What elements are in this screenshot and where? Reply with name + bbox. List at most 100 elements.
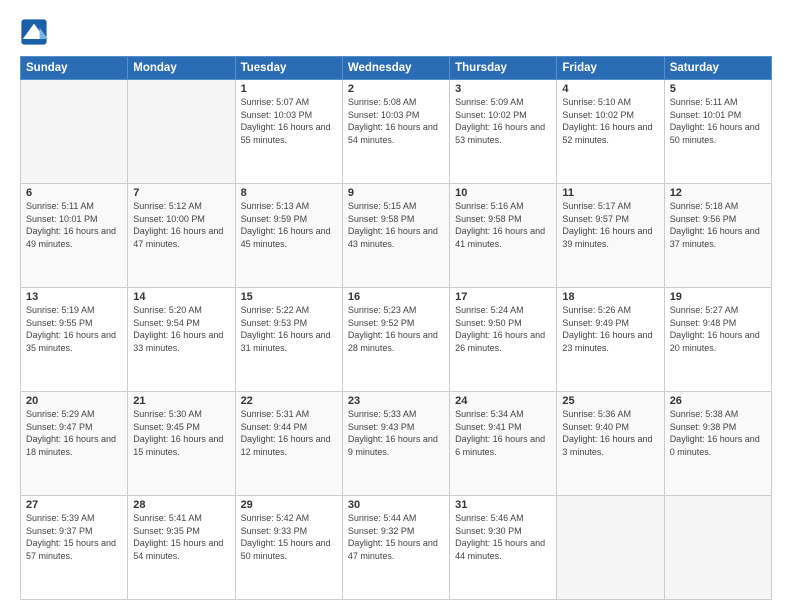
day-info: Sunrise: 5:24 AMSunset: 9:50 PMDaylight:… bbox=[455, 304, 551, 354]
day-number: 16 bbox=[348, 291, 444, 303]
day-number: 30 bbox=[348, 499, 444, 511]
day-info: Sunrise: 5:08 AMSunset: 10:03 PMDaylight… bbox=[348, 96, 444, 146]
day-number: 8 bbox=[241, 187, 337, 199]
calendar-cell bbox=[557, 496, 664, 600]
day-info: Sunrise: 5:39 AMSunset: 9:37 PMDaylight:… bbox=[26, 512, 122, 562]
day-header-tuesday: Tuesday bbox=[235, 57, 342, 80]
day-info: Sunrise: 5:11 AMSunset: 10:01 PMDaylight… bbox=[670, 96, 766, 146]
calendar-cell: 15Sunrise: 5:22 AMSunset: 9:53 PMDayligh… bbox=[235, 288, 342, 392]
day-number: 2 bbox=[348, 83, 444, 95]
calendar-cell: 9Sunrise: 5:15 AMSunset: 9:58 PMDaylight… bbox=[342, 184, 449, 288]
day-info: Sunrise: 5:42 AMSunset: 9:33 PMDaylight:… bbox=[241, 512, 337, 562]
calendar-cell: 4Sunrise: 5:10 AMSunset: 10:02 PMDayligh… bbox=[557, 80, 664, 184]
calendar-cell: 24Sunrise: 5:34 AMSunset: 9:41 PMDayligh… bbox=[450, 392, 557, 496]
calendar-cell: 8Sunrise: 5:13 AMSunset: 9:59 PMDaylight… bbox=[235, 184, 342, 288]
day-number: 27 bbox=[26, 499, 122, 511]
day-info: Sunrise: 5:18 AMSunset: 9:56 PMDaylight:… bbox=[670, 200, 766, 250]
calendar-cell: 22Sunrise: 5:31 AMSunset: 9:44 PMDayligh… bbox=[235, 392, 342, 496]
calendar-cell: 6Sunrise: 5:11 AMSunset: 10:01 PMDayligh… bbox=[21, 184, 128, 288]
day-info: Sunrise: 5:27 AMSunset: 9:48 PMDaylight:… bbox=[670, 304, 766, 354]
day-number: 14 bbox=[133, 291, 229, 303]
day-number: 21 bbox=[133, 395, 229, 407]
day-header-saturday: Saturday bbox=[664, 57, 771, 80]
day-number: 20 bbox=[26, 395, 122, 407]
day-number: 24 bbox=[455, 395, 551, 407]
calendar-cell bbox=[128, 80, 235, 184]
day-info: Sunrise: 5:34 AMSunset: 9:41 PMDaylight:… bbox=[455, 408, 551, 458]
day-number: 26 bbox=[670, 395, 766, 407]
day-number: 18 bbox=[562, 291, 658, 303]
calendar-cell: 16Sunrise: 5:23 AMSunset: 9:52 PMDayligh… bbox=[342, 288, 449, 392]
day-info: Sunrise: 5:29 AMSunset: 9:47 PMDaylight:… bbox=[26, 408, 122, 458]
week-row-5: 27Sunrise: 5:39 AMSunset: 9:37 PMDayligh… bbox=[21, 496, 772, 600]
calendar-cell: 20Sunrise: 5:29 AMSunset: 9:47 PMDayligh… bbox=[21, 392, 128, 496]
calendar-cell: 1Sunrise: 5:07 AMSunset: 10:03 PMDayligh… bbox=[235, 80, 342, 184]
calendar-cell bbox=[21, 80, 128, 184]
day-number: 23 bbox=[348, 395, 444, 407]
day-info: Sunrise: 5:30 AMSunset: 9:45 PMDaylight:… bbox=[133, 408, 229, 458]
calendar-cell: 7Sunrise: 5:12 AMSunset: 10:00 PMDayligh… bbox=[128, 184, 235, 288]
day-info: Sunrise: 5:38 AMSunset: 9:38 PMDaylight:… bbox=[670, 408, 766, 458]
day-number: 13 bbox=[26, 291, 122, 303]
day-info: Sunrise: 5:11 AMSunset: 10:01 PMDaylight… bbox=[26, 200, 122, 250]
day-number: 28 bbox=[133, 499, 229, 511]
calendar-cell bbox=[664, 496, 771, 600]
calendar-cell: 30Sunrise: 5:44 AMSunset: 9:32 PMDayligh… bbox=[342, 496, 449, 600]
calendar-cell: 13Sunrise: 5:19 AMSunset: 9:55 PMDayligh… bbox=[21, 288, 128, 392]
week-row-2: 6Sunrise: 5:11 AMSunset: 10:01 PMDayligh… bbox=[21, 184, 772, 288]
week-row-3: 13Sunrise: 5:19 AMSunset: 9:55 PMDayligh… bbox=[21, 288, 772, 392]
day-info: Sunrise: 5:44 AMSunset: 9:32 PMDaylight:… bbox=[348, 512, 444, 562]
calendar-cell: 31Sunrise: 5:46 AMSunset: 9:30 PMDayligh… bbox=[450, 496, 557, 600]
day-number: 10 bbox=[455, 187, 551, 199]
day-header-monday: Monday bbox=[128, 57, 235, 80]
day-info: Sunrise: 5:15 AMSunset: 9:58 PMDaylight:… bbox=[348, 200, 444, 250]
day-number: 25 bbox=[562, 395, 658, 407]
day-number: 11 bbox=[562, 187, 658, 199]
calendar-cell: 21Sunrise: 5:30 AMSunset: 9:45 PMDayligh… bbox=[128, 392, 235, 496]
day-number: 29 bbox=[241, 499, 337, 511]
day-number: 9 bbox=[348, 187, 444, 199]
calendar-cell: 27Sunrise: 5:39 AMSunset: 9:37 PMDayligh… bbox=[21, 496, 128, 600]
calendar-cell: 10Sunrise: 5:16 AMSunset: 9:58 PMDayligh… bbox=[450, 184, 557, 288]
day-header-sunday: Sunday bbox=[21, 57, 128, 80]
calendar-cell: 28Sunrise: 5:41 AMSunset: 9:35 PMDayligh… bbox=[128, 496, 235, 600]
calendar-cell: 17Sunrise: 5:24 AMSunset: 9:50 PMDayligh… bbox=[450, 288, 557, 392]
logo bbox=[20, 18, 50, 46]
calendar-cell: 2Sunrise: 5:08 AMSunset: 10:03 PMDayligh… bbox=[342, 80, 449, 184]
calendar-page: SundayMondayTuesdayWednesdayThursdayFrid… bbox=[0, 0, 792, 612]
day-info: Sunrise: 5:22 AMSunset: 9:53 PMDaylight:… bbox=[241, 304, 337, 354]
day-info: Sunrise: 5:20 AMSunset: 9:54 PMDaylight:… bbox=[133, 304, 229, 354]
page-header bbox=[20, 18, 772, 46]
day-info: Sunrise: 5:36 AMSunset: 9:40 PMDaylight:… bbox=[562, 408, 658, 458]
day-info: Sunrise: 5:17 AMSunset: 9:57 PMDaylight:… bbox=[562, 200, 658, 250]
day-info: Sunrise: 5:12 AMSunset: 10:00 PMDaylight… bbox=[133, 200, 229, 250]
day-info: Sunrise: 5:33 AMSunset: 9:43 PMDaylight:… bbox=[348, 408, 444, 458]
day-number: 22 bbox=[241, 395, 337, 407]
day-info: Sunrise: 5:26 AMSunset: 9:49 PMDaylight:… bbox=[562, 304, 658, 354]
day-info: Sunrise: 5:23 AMSunset: 9:52 PMDaylight:… bbox=[348, 304, 444, 354]
day-number: 12 bbox=[670, 187, 766, 199]
day-number: 4 bbox=[562, 83, 658, 95]
calendar-header-row: SundayMondayTuesdayWednesdayThursdayFrid… bbox=[21, 57, 772, 80]
logo-icon bbox=[20, 18, 48, 46]
day-info: Sunrise: 5:16 AMSunset: 9:58 PMDaylight:… bbox=[455, 200, 551, 250]
day-info: Sunrise: 5:07 AMSunset: 10:03 PMDaylight… bbox=[241, 96, 337, 146]
day-number: 7 bbox=[133, 187, 229, 199]
day-number: 15 bbox=[241, 291, 337, 303]
calendar-cell: 26Sunrise: 5:38 AMSunset: 9:38 PMDayligh… bbox=[664, 392, 771, 496]
day-header-wednesday: Wednesday bbox=[342, 57, 449, 80]
calendar-cell: 12Sunrise: 5:18 AMSunset: 9:56 PMDayligh… bbox=[664, 184, 771, 288]
day-header-friday: Friday bbox=[557, 57, 664, 80]
day-number: 19 bbox=[670, 291, 766, 303]
day-number: 17 bbox=[455, 291, 551, 303]
day-header-thursday: Thursday bbox=[450, 57, 557, 80]
day-info: Sunrise: 5:41 AMSunset: 9:35 PMDaylight:… bbox=[133, 512, 229, 562]
day-number: 1 bbox=[241, 83, 337, 95]
calendar-cell: 29Sunrise: 5:42 AMSunset: 9:33 PMDayligh… bbox=[235, 496, 342, 600]
day-info: Sunrise: 5:10 AMSunset: 10:02 PMDaylight… bbox=[562, 96, 658, 146]
calendar-cell: 19Sunrise: 5:27 AMSunset: 9:48 PMDayligh… bbox=[664, 288, 771, 392]
day-info: Sunrise: 5:09 AMSunset: 10:02 PMDaylight… bbox=[455, 96, 551, 146]
day-number: 3 bbox=[455, 83, 551, 95]
calendar-cell: 3Sunrise: 5:09 AMSunset: 10:02 PMDayligh… bbox=[450, 80, 557, 184]
day-info: Sunrise: 5:13 AMSunset: 9:59 PMDaylight:… bbox=[241, 200, 337, 250]
